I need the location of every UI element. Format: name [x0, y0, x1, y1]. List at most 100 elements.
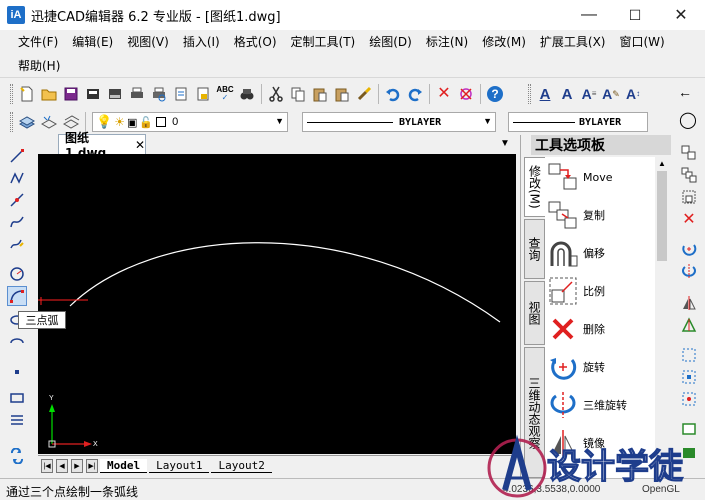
sketch-icon[interactable] [7, 234, 27, 254]
copy-right-icon[interactable] [679, 165, 699, 185]
spline-icon[interactable] [7, 212, 27, 232]
menu-item-r1-0[interactable]: 文件(F) [18, 33, 58, 50]
match-properties-icon[interactable] [355, 85, 373, 103]
menu-item-r1-2[interactable]: 视图(V) [127, 33, 169, 50]
stretch-right-icon[interactable] [679, 345, 699, 365]
rectangle-icon[interactable] [7, 388, 27, 408]
palette-item-delete[interactable]: 删除 [545, 311, 655, 347]
print-icon[interactable] [128, 85, 146, 103]
save-icon[interactable] [62, 85, 80, 103]
palette-item-rotate[interactable]: 旋转 [545, 349, 655, 385]
undo-icon[interactable] [384, 85, 402, 103]
menu-item-r1-8[interactable]: 修改(M) [482, 33, 526, 50]
erase-icon[interactable]: ✕ [435, 85, 453, 103]
delete-right-icon[interactable]: ✕ [679, 209, 699, 229]
toolbar-grip[interactable] [10, 112, 13, 132]
circle-icon[interactable] [7, 264, 27, 284]
chevron-down-icon[interactable]: ▼ [483, 116, 492, 126]
close-icon[interactable]: ✕ [135, 138, 145, 152]
save-as-icon[interactable] [84, 85, 102, 103]
menu-item-r1-7[interactable]: 标注(N) [426, 33, 468, 50]
scroll-up-icon[interactable]: ▲ [658, 159, 666, 168]
toolbar-grip[interactable] [528, 84, 531, 104]
first-layout-button[interactable]: |◀ [41, 458, 53, 473]
layer-unlock-icon[interactable]: 🔓 [139, 116, 153, 129]
menu-item-r1-9[interactable]: 扩展工具(X) [540, 33, 606, 50]
toolbar-grip[interactable] [10, 84, 13, 104]
helix-icon[interactable] [7, 410, 27, 430]
drawing-canvas[interactable]: Y X [38, 154, 516, 454]
construction-line-icon[interactable] [7, 190, 27, 210]
palette-tab-view[interactable]: 视图 [524, 281, 545, 345]
erase-right-icon[interactable] [679, 143, 699, 163]
minimize-button[interactable]: — [566, 0, 612, 30]
chevron-down-icon[interactable]: ▼ [275, 116, 284, 126]
last-layout-button[interactable]: ▶| [86, 458, 98, 473]
command-arrow-icon[interactable]: ← [678, 84, 692, 100]
tab-list-dropdown[interactable]: ▼ [500, 138, 510, 149]
prev-layout-button[interactable]: ◀ [56, 458, 68, 473]
polyline-icon[interactable] [7, 168, 27, 188]
find-text-icon[interactable]: A ✎ [602, 85, 620, 103]
mirror3d-right-icon[interactable] [679, 315, 699, 335]
paste-icon[interactable] [311, 85, 329, 103]
cut-icon[interactable] [267, 85, 285, 103]
palette-tab-inquiry[interactable]: 查询 [524, 219, 545, 279]
three-point-arc-icon[interactable] [7, 286, 27, 306]
align-right-icon[interactable] [679, 367, 699, 387]
rotate-right-icon[interactable] [679, 239, 699, 259]
next-layout-button[interactable]: ▶ [71, 458, 83, 473]
point-icon[interactable] [7, 362, 27, 382]
text-scale-icon[interactable]: A ↕ [624, 85, 642, 103]
purge-icon[interactable] [457, 85, 475, 103]
paste-special-icon[interactable] [333, 85, 351, 103]
layout-tab-layout1[interactable]: Layout1 [149, 459, 210, 473]
palette-item-scale[interactable]: 比例 [545, 273, 655, 309]
palette-item-move[interactable]: Move [545, 159, 655, 195]
layout-tab-model[interactable]: Model [100, 458, 148, 473]
layer-on-icon[interactable]: 💡 [96, 114, 112, 130]
maximize-button[interactable]: ☐ [612, 0, 658, 30]
rotate3d-right-icon[interactable] [679, 261, 699, 281]
plot-icon[interactable] [172, 85, 190, 103]
layer-freeze-vp-icon[interactable]: ▣ [127, 116, 137, 129]
layer-previous-icon[interactable] [40, 113, 58, 131]
palette-item-offset[interactable]: 偏移 [545, 235, 655, 271]
text-style-icon[interactable]: A [536, 85, 554, 103]
open-icon[interactable] [40, 85, 58, 103]
close-button[interactable]: ✕ [658, 0, 704, 30]
linetype-combo[interactable]: BYLAYER ▼ [302, 112, 496, 132]
menu-item-r1-10[interactable]: 窗口(W) [620, 33, 665, 50]
export-icon[interactable] [106, 85, 124, 103]
layout-tab-layout2[interactable]: Layout2 [211, 459, 272, 473]
document-tab[interactable]: 图纸1.dwg ✕ [58, 131, 146, 160]
single-line-text-icon[interactable]: A [558, 85, 576, 103]
help-icon[interactable]: ? [486, 85, 504, 103]
print-preview-icon[interactable] [150, 85, 168, 103]
layer-manager-icon[interactable] [18, 113, 36, 131]
redo-icon[interactable] [406, 85, 424, 103]
menu-item-r1-5[interactable]: 定制工具(T) [291, 33, 356, 50]
menu-item-r1-1[interactable]: 编辑(E) [72, 33, 113, 50]
revision-cloud-icon[interactable] [7, 446, 27, 466]
palette-item-copy[interactable]: 复制 [545, 197, 655, 233]
redraw-icon[interactable]: ◯ [679, 110, 697, 130]
copy-clip-icon[interactable] [289, 85, 307, 103]
edit-text-icon[interactable]: A ≡ [580, 85, 598, 103]
menu-item-r1-6[interactable]: 绘图(D) [369, 33, 412, 50]
layer-thaw-icon[interactable]: ☀ [114, 115, 125, 129]
menu-item-r2-0[interactable]: 帮助(H) [18, 57, 60, 74]
spellcheck-icon[interactable]: ABC ✓ [216, 85, 234, 103]
lineweight-combo[interactable]: BYLAYER [508, 112, 648, 132]
explode-right-icon[interactable] [679, 389, 699, 409]
publish-icon[interactable] [194, 85, 212, 103]
menu-item-r1-4[interactable]: 格式(O) [234, 33, 277, 50]
array-icon[interactable] [679, 187, 699, 207]
app-icon[interactable]: iA [7, 6, 25, 24]
find-icon[interactable] [238, 85, 256, 103]
palette-item-3d-rotate[interactable]: 三维旋转 [545, 387, 655, 423]
palette-scroll-thumb[interactable] [657, 171, 667, 261]
ellipse-arc-icon[interactable] [7, 332, 27, 352]
mirror-right-icon[interactable] [679, 293, 699, 313]
new-icon[interactable] [18, 85, 36, 103]
